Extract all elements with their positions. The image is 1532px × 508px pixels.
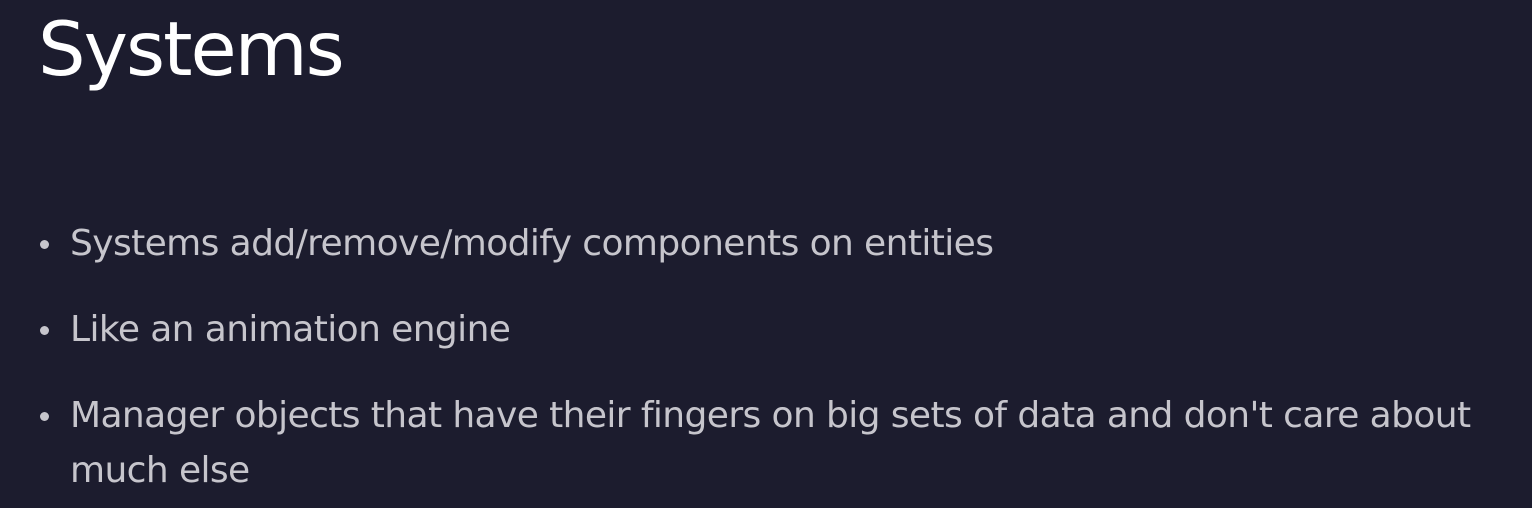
bullet-text: Like an animation engine: [70, 309, 511, 350]
bullet-dot-icon: [40, 326, 49, 335]
bullet-item: Manager objects that have their fingers …: [38, 388, 1508, 498]
bullet-text: Systems add/remove/modify components on …: [70, 223, 994, 264]
bullet-dot-icon: [40, 412, 49, 421]
bullet-text: Manager objects that have their fingers …: [70, 395, 1471, 491]
bullet-item: Like an animation engine: [38, 302, 1508, 357]
bullet-dot-icon: [40, 240, 49, 249]
slide: Systems Systems add/remove/modify compon…: [0, 0, 1532, 508]
bullet-list: Systems add/remove/modify components on …: [38, 216, 1508, 498]
slide-title: Systems: [38, 5, 345, 93]
bullet-item: Systems add/remove/modify components on …: [38, 216, 1508, 271]
